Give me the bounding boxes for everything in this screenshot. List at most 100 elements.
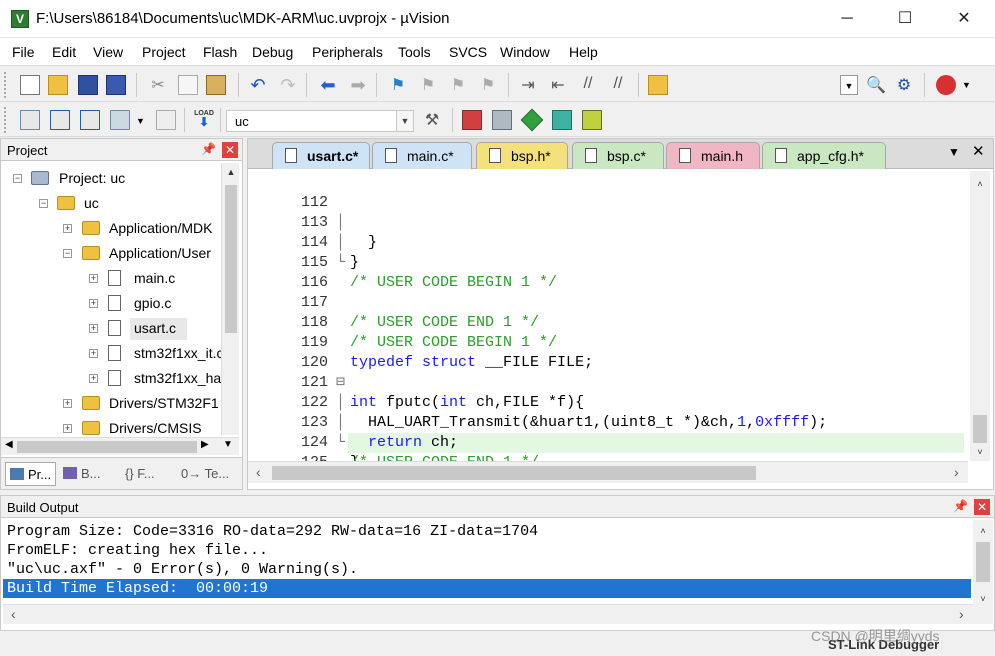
cut-icon[interactable]: ✂ — [148, 75, 168, 95]
save-all-icon[interactable] — [106, 75, 126, 95]
expand-icon[interactable]: + — [63, 424, 72, 433]
menu-project[interactable]: Project — [142, 44, 186, 60]
undo-icon[interactable]: ↶ — [248, 75, 268, 95]
rebuild-icon[interactable] — [80, 110, 100, 130]
tab-main-c[interactable]: main.c* — [372, 142, 472, 169]
collapse-icon[interactable]: − — [39, 199, 48, 208]
options-for-target-icon[interactable]: ⚒ — [422, 110, 442, 130]
rte-icon[interactable] — [582, 110, 602, 130]
find-icon[interactable]: 🔍 — [866, 75, 886, 95]
batch-build-icon[interactable] — [110, 110, 130, 130]
scroll-left-icon[interactable]: ◀ — [5, 439, 13, 450]
menu-window[interactable]: Window — [500, 44, 550, 60]
comment-icon[interactable]: // — [578, 75, 598, 95]
tab-books[interactable]: B... — [63, 462, 101, 486]
tree-node-file[interactable]: + stm32f1xx_it.c — [1, 344, 221, 366]
minimize-button[interactable]: ─ — [818, 0, 876, 38]
prev-bookmark-icon[interactable]: ⚑ — [418, 75, 438, 95]
scroll-thumb[interactable] — [973, 415, 987, 443]
editor-vertical-scrollbar[interactable]: ˄ ˅ — [970, 171, 990, 461]
translate-icon[interactable] — [20, 110, 40, 130]
pin-icon[interactable]: 📌 — [953, 499, 968, 513]
navigate-back-icon[interactable]: ⬅ — [318, 75, 338, 95]
tab-list-dropdown-icon[interactable]: ▼ — [948, 145, 960, 159]
expand-icon[interactable]: + — [89, 349, 98, 358]
tree-node-group[interactable]: − Application/User — [1, 244, 221, 266]
indent-icon[interactable]: ⇥ — [518, 75, 538, 95]
menu-peripherals[interactable]: Peripherals — [312, 44, 383, 60]
bookmark-icon[interactable]: ⚑ — [388, 75, 408, 95]
file-extensions-icon[interactable] — [492, 110, 512, 130]
expand-icon[interactable]: + — [89, 374, 98, 383]
expand-icon[interactable]: + — [89, 299, 98, 308]
select-packs-icon[interactable] — [520, 108, 544, 132]
scroll-right-icon[interactable]: › — [959, 606, 964, 622]
expand-icon[interactable]: + — [89, 324, 98, 333]
debug-dropdown-arrow[interactable]: ▼ — [962, 80, 971, 90]
scroll-up-icon[interactable]: ˄ — [974, 522, 992, 540]
tab-main-h[interactable]: main.h — [666, 142, 760, 169]
menu-flash[interactable]: Flash — [203, 44, 237, 60]
tab-usart-c[interactable]: usart.c* — [272, 142, 370, 169]
build-output-horizontal-scrollbar[interactable]: ‹ › — [3, 604, 973, 624]
pin-icon[interactable]: 📌 — [201, 142, 216, 156]
maximize-button[interactable]: ☐ — [876, 0, 934, 38]
scroll-right-icon[interactable]: ▶ — [201, 439, 209, 450]
tab-project[interactable]: Pr... — [5, 462, 57, 486]
tree-node-file[interactable]: + gpio.c — [1, 294, 221, 316]
toolbar-grip-2[interactable] — [4, 107, 7, 133]
pack-installer-icon[interactable] — [552, 110, 572, 130]
tree-node-group[interactable]: + Drivers/STM32F1 — [1, 394, 221, 416]
scroll-up-icon[interactable]: ˄ — [971, 175, 989, 193]
target-select[interactable]: uc ▼ — [226, 110, 414, 132]
incremental-find-icon[interactable]: ⚙ — [894, 75, 914, 95]
menu-file[interactable]: File — [12, 44, 35, 60]
build-output-vertical-scrollbar[interactable]: ˄ ˅ — [973, 520, 993, 624]
scroll-thumb[interactable] — [272, 466, 756, 480]
scroll-left-icon[interactable]: ‹ — [11, 606, 16, 622]
scroll-down-icon[interactable]: ▼ — [223, 439, 233, 450]
scroll-down-icon[interactable]: ˅ — [971, 443, 989, 461]
tree-vertical-scrollbar[interactable]: ▲ — [221, 163, 239, 435]
stop-build-icon[interactable] — [156, 110, 176, 130]
tree-node-project[interactable]: − Project: uc — [1, 169, 221, 191]
tree-horizontal-scrollbar[interactable]: ◀ ▶ ▼ — [1, 437, 239, 455]
scroll-thumb[interactable] — [225, 185, 237, 333]
close-editor-icon[interactable]: ✕ — [972, 142, 985, 160]
copy-icon[interactable] — [178, 75, 198, 95]
build-icon[interactable] — [50, 110, 70, 130]
expand-icon[interactable]: + — [63, 224, 72, 233]
menu-svcs[interactable]: SVCS — [449, 44, 487, 60]
close-window-button[interactable]: ✕ — [935, 0, 993, 38]
tree-node-file-selected[interactable]: + usart.c — [1, 318, 221, 341]
tree-node-target[interactable]: − uc — [1, 194, 221, 216]
scroll-right-icon[interactable]: › — [954, 464, 959, 480]
manage-components-icon[interactable] — [462, 110, 482, 130]
find-combo-dropdown[interactable]: ▼ — [840, 75, 858, 95]
menu-help[interactable]: Help — [569, 44, 598, 60]
find-in-files-icon[interactable] — [648, 75, 668, 95]
tab-bsp-c[interactable]: bsp.c* — [572, 142, 664, 169]
code-area[interactable]: 112 │ } 113 │ } 114 └ 115 /* USER CODE B… — [248, 171, 968, 461]
scroll-thumb[interactable] — [976, 542, 990, 582]
menu-debug[interactable]: Debug — [252, 44, 293, 60]
new-file-icon[interactable] — [20, 75, 40, 95]
toolbar-grip[interactable] — [4, 72, 7, 98]
editor-horizontal-scrollbar[interactable]: ‹ › — [248, 461, 968, 483]
paste-icon[interactable] — [206, 75, 226, 95]
scroll-up-icon[interactable]: ▲ — [222, 163, 240, 181]
load-icon[interactable]: LOAD ⬇ — [194, 110, 214, 130]
debug-session-icon[interactable] — [936, 75, 956, 95]
expand-icon[interactable]: + — [63, 399, 72, 408]
clear-bookmarks-icon[interactable]: ⚑ — [478, 75, 498, 95]
unindent-icon[interactable]: ⇤ — [548, 75, 568, 95]
collapse-icon[interactable]: − — [13, 174, 22, 183]
scroll-left-icon[interactable]: ‹ — [256, 464, 261, 480]
tree-node-group[interactable]: + Application/MDK — [1, 219, 221, 241]
scroll-down-icon[interactable]: ˅ — [974, 590, 992, 608]
next-bookmark-icon[interactable]: ⚑ — [448, 75, 468, 95]
tab-functions[interactable]: {} F... — [125, 462, 155, 486]
collapse-icon[interactable]: − — [63, 249, 72, 258]
menu-tools[interactable]: Tools — [398, 44, 431, 60]
open-folder-icon[interactable] — [48, 75, 68, 95]
